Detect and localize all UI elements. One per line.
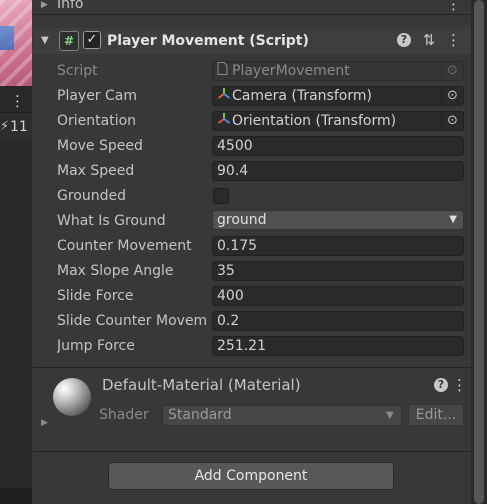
chevron-down-icon: ▼ xyxy=(386,410,394,421)
player-cam-value: Camera (Transform) xyxy=(232,88,372,104)
status-bar xyxy=(0,488,32,504)
help-icon[interactable]: ? xyxy=(434,378,448,392)
orientation-field[interactable]: Orientation (Transform) ⊙ xyxy=(212,111,464,131)
slide-force-label: Slide Force xyxy=(57,288,134,304)
scene-view-object xyxy=(0,26,14,50)
chevron-down-icon: ▼ xyxy=(449,214,457,225)
shader-edit-button[interactable]: Edit... xyxy=(408,404,464,426)
divider xyxy=(33,367,471,368)
object-picker-icon[interactable]: ⊙ xyxy=(441,112,463,130)
slide-force-field[interactable]: 400 xyxy=(212,286,464,306)
transform-icon xyxy=(217,112,231,130)
scrollbar-thumb[interactable] xyxy=(474,0,484,504)
what-is-ground-dropdown[interactable]: ground ▼ xyxy=(212,210,464,230)
jump-force-label: Jump Force xyxy=(57,338,135,354)
layers-icon[interactable]: ⚡ xyxy=(0,119,9,135)
material-preview-sphere xyxy=(53,378,91,416)
player-cam-field[interactable]: Camera (Transform) ⊙ xyxy=(212,86,464,106)
info-section-label[interactable]: Info xyxy=(57,0,84,12)
component-enabled-checkbox[interactable]: ✓ xyxy=(83,31,101,49)
sliders-icon[interactable]: ⇅ xyxy=(421,31,437,49)
jump-force-field[interactable]: 251.21 xyxy=(212,336,464,356)
orientation-value: Orientation (Transform) xyxy=(232,113,397,129)
add-component-button[interactable]: Add Component xyxy=(108,462,394,490)
player-cam-label: Player Cam xyxy=(57,88,138,104)
info-foldout-arrow-icon[interactable]: ▶ xyxy=(41,0,51,10)
what-is-ground-label: What Is Ground xyxy=(57,213,166,229)
orientation-label: Orientation xyxy=(57,113,137,129)
counter-movement-label: Counter Movement xyxy=(57,238,192,254)
max-slope-angle-field[interactable]: 35 xyxy=(212,261,464,281)
max-slope-angle-label: Max Slope Angle xyxy=(57,263,174,279)
material-foldout-arrow-icon[interactable]: ▶ xyxy=(41,417,51,429)
script-icon: # xyxy=(59,31,79,51)
info-menu-icon[interactable]: ⋮ xyxy=(446,0,461,12)
component-foldout-arrow-icon[interactable]: ▼ xyxy=(41,35,53,47)
grounded-label: Grounded xyxy=(57,188,126,204)
object-picker-icon: ⊙ xyxy=(441,62,463,80)
component-menu-icon[interactable]: ⋮ xyxy=(446,31,461,49)
shader-dropdown[interactable]: Standard xyxy=(162,405,402,426)
object-picker-icon[interactable]: ⊙ xyxy=(441,87,463,105)
material-title[interactable]: Default-Material (Material) xyxy=(102,375,301,395)
script-field-value: PlayerMovement xyxy=(232,63,350,79)
script-file-icon xyxy=(217,62,231,80)
script-label: Script xyxy=(57,63,98,79)
max-speed-label: Max Speed xyxy=(57,163,135,179)
max-speed-field[interactable]: 90.4 xyxy=(212,161,464,181)
move-speed-label: Move Speed xyxy=(57,138,143,154)
shader-label: Shader xyxy=(99,407,149,423)
slide-counter-movement-field[interactable]: 0.2 xyxy=(212,311,464,331)
scene-menu-icon[interactable]: ⋮ xyxy=(10,93,25,109)
grounded-checkbox[interactable] xyxy=(213,188,229,204)
script-field: PlayerMovement ⊙ xyxy=(212,61,464,81)
what-is-ground-value: ground xyxy=(217,212,267,228)
divider xyxy=(33,451,471,452)
move-speed-field[interactable]: 4500 xyxy=(212,136,464,156)
transform-icon xyxy=(217,87,231,105)
component-title[interactable]: Player Movement (Script) xyxy=(107,31,309,51)
counter-movement-field[interactable]: 0.175 xyxy=(212,236,464,256)
slide-counter-movement-label: Slide Counter Movem xyxy=(57,313,208,329)
material-menu-icon[interactable]: ⋮ xyxy=(452,376,467,394)
help-icon[interactable]: ? xyxy=(397,33,411,47)
divider xyxy=(33,14,471,15)
layer-count[interactable]: 11 xyxy=(10,119,32,135)
